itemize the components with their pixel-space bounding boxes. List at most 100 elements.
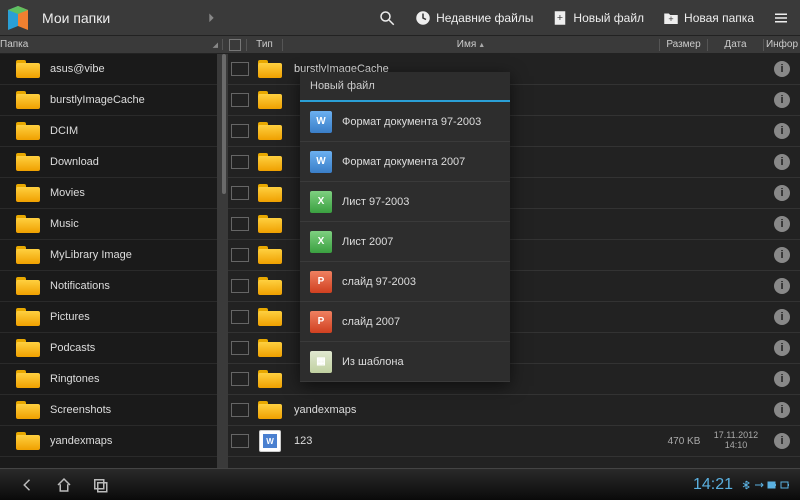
popup-item[interactable]: WФормат документа 97-2003 <box>300 102 510 142</box>
sidebar-item[interactable]: MyLibrary Image <box>0 240 217 271</box>
back-button[interactable] <box>10 473 46 497</box>
new-folder-button[interactable]: + Новая папка <box>656 9 760 27</box>
popup-item[interactable]: Pслайд 97-2003 <box>300 262 510 302</box>
popup-item[interactable]: Pслайд 2007 <box>300 302 510 342</box>
sidebar-item-label: Notifications <box>50 280 110 292</box>
col-name[interactable]: Имя▲ <box>283 39 660 51</box>
folder-icon <box>258 277 282 295</box>
row-info-button[interactable]: i <box>764 247 800 263</box>
row-info-button[interactable]: i <box>764 92 800 108</box>
recent-files-button[interactable]: Недавние файлы <box>408 9 539 27</box>
word-doc-icon: W <box>259 430 281 452</box>
sidebar-item[interactable]: Download <box>0 147 217 178</box>
row-checkbox[interactable] <box>231 403 249 417</box>
new-file-button[interactable]: + Новый файл <box>545 9 650 27</box>
file-row[interactable]: yandexmapsi <box>228 395 800 426</box>
row-info-button[interactable]: i <box>764 371 800 387</box>
sidebar-item[interactable]: Movies <box>0 178 217 209</box>
row-checkbox[interactable] <box>231 434 249 448</box>
menu-button[interactable] <box>766 9 796 27</box>
hamburger-icon <box>772 9 790 27</box>
info-icon: i <box>774 247 790 263</box>
popup-item-label: Формат документа 2007 <box>342 156 465 168</box>
row-checkbox[interactable] <box>231 186 249 200</box>
row-info-button[interactable]: i <box>764 216 800 232</box>
app-logo-icon[interactable] <box>4 4 32 32</box>
folder-icon <box>258 122 282 140</box>
popup-item-label: слайд 97-2003 <box>342 276 416 288</box>
app-title: Мои папки <box>42 10 110 26</box>
sidebar-item[interactable]: Screenshots <box>0 395 217 426</box>
sidebar-item[interactable]: asus@vibe <box>0 54 217 85</box>
search-button[interactable] <box>372 9 402 27</box>
col-size[interactable]: Размер <box>660 39 708 51</box>
home-button[interactable] <box>46 473 82 497</box>
scrollbar-thumb[interactable] <box>222 54 226 194</box>
col-date[interactable]: Дата <box>708 39 764 51</box>
row-type-icon <box>252 122 288 140</box>
sidebar-item[interactable]: Pictures <box>0 302 217 333</box>
info-icon: i <box>774 278 790 294</box>
row-checkbox[interactable] <box>231 372 249 386</box>
row-type-icon: W <box>252 430 288 452</box>
col-checkbox[interactable] <box>223 39 247 51</box>
sidebar-item[interactable]: yandexmaps <box>0 426 217 457</box>
row-checkbox[interactable] <box>231 62 249 76</box>
status-icons[interactable] <box>741 480 790 490</box>
search-icon <box>378 9 396 27</box>
folder-icon <box>258 215 282 233</box>
file-row[interactable]: W123470 KB17.11.201214:10i <box>228 426 800 457</box>
row-info-button[interactable]: i <box>764 340 800 356</box>
sidebar-item[interactable]: Ringtones <box>0 364 217 395</box>
sidebar-item[interactable]: Podcasts <box>0 333 217 364</box>
system-navbar: 14:21 <box>0 468 800 500</box>
folder-icon <box>16 215 40 233</box>
row-info-button[interactable]: i <box>764 154 800 170</box>
row-info-button[interactable]: i <box>764 123 800 139</box>
row-checkbox[interactable] <box>231 155 249 169</box>
x-doc-icon: X <box>310 191 332 213</box>
col-folder[interactable]: Папка ◢ <box>0 39 223 50</box>
row-checkbox[interactable] <box>231 310 249 324</box>
row-checkbox[interactable] <box>231 124 249 138</box>
sidebar-item[interactable]: DCIM <box>0 116 217 147</box>
row-info-button[interactable]: i <box>764 185 800 201</box>
popup-item[interactable]: ▦Из шаблона <box>300 342 510 382</box>
sidebar: asus@vibeburstlyImageCacheDCIMDownloadMo… <box>0 54 220 468</box>
row-info-button[interactable]: i <box>764 278 800 294</box>
clock-icon <box>414 9 432 27</box>
row-info-button[interactable]: i <box>764 61 800 77</box>
popup-item[interactable]: WФормат документа 2007 <box>300 142 510 182</box>
info-icon: i <box>774 433 790 449</box>
row-checkbox[interactable] <box>231 279 249 293</box>
sidebar-item[interactable]: Notifications <box>0 271 217 302</box>
sidebar-item-label: Podcasts <box>50 342 95 354</box>
popup-item[interactable]: XЛист 97-2003 <box>300 182 510 222</box>
info-icon: i <box>774 61 790 77</box>
folder-icon <box>16 370 40 388</box>
row-checkbox[interactable] <box>231 248 249 262</box>
clock[interactable]: 14:21 <box>693 476 733 494</box>
sidebar-item[interactable]: Music <box>0 209 217 240</box>
popup-item[interactable]: XЛист 2007 <box>300 222 510 262</box>
row-info-button[interactable]: i <box>764 309 800 325</box>
folder-icon <box>258 60 282 78</box>
svg-text:+: + <box>668 13 673 23</box>
info-icon: i <box>774 371 790 387</box>
battery-icon <box>767 480 777 490</box>
row-type-icon <box>252 339 288 357</box>
t-doc-icon: ▦ <box>310 351 332 373</box>
bluetooth-icon <box>741 480 751 490</box>
new-file-icon: + <box>551 9 569 27</box>
recent-apps-button[interactable] <box>82 473 118 497</box>
scrollbar[interactable] <box>220 54 228 468</box>
sidebar-item[interactable]: burstlyImageCache <box>0 85 217 116</box>
row-info-button[interactable]: i <box>764 433 800 449</box>
col-type[interactable]: Тип <box>247 39 283 51</box>
row-info-button[interactable]: i <box>764 402 800 418</box>
row-type-icon <box>252 215 288 233</box>
row-checkbox[interactable] <box>231 217 249 231</box>
row-checkbox[interactable] <box>231 93 249 107</box>
col-info[interactable]: Инфор <box>764 39 800 51</box>
row-checkbox[interactable] <box>231 341 249 355</box>
